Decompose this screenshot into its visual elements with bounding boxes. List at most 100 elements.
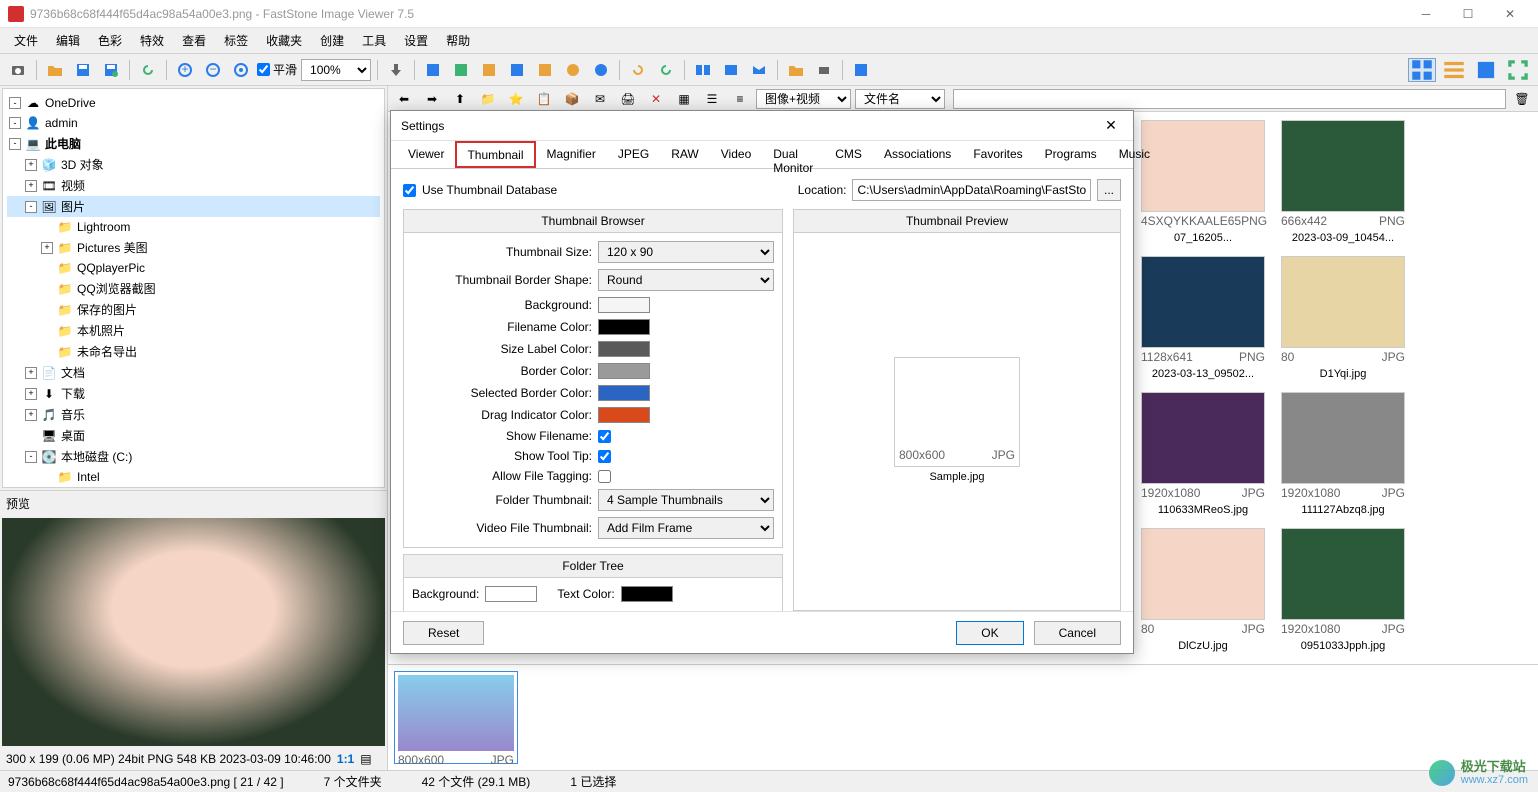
settings-tab-video[interactable]: Video: [710, 141, 762, 168]
minimize-button[interactable]: ─: [1406, 1, 1446, 27]
show-filename-checkbox[interactable]: [598, 430, 611, 443]
tree-node[interactable]: 📁KDubaSoftDownloads: [7, 487, 380, 488]
tool-icon-4[interactable]: [505, 58, 529, 82]
tree-expand-icon[interactable]: -: [25, 201, 37, 213]
settings-tab-programs[interactable]: Programs: [1034, 141, 1108, 168]
menu-favorites[interactable]: 收藏夹: [258, 29, 310, 52]
histogram-icon[interactable]: ▤: [360, 752, 371, 766]
tool-icon-2[interactable]: [449, 58, 473, 82]
tree-node[interactable]: 📁保存的图片: [7, 299, 380, 320]
ft-bg-swatch[interactable]: [485, 586, 537, 602]
ct-send-icon[interactable]: ✉: [588, 87, 612, 111]
ct-folder-icon[interactable]: 📁: [476, 87, 500, 111]
thumbnail-item[interactable]: 80JPG D1Yqi.jpg: [1278, 256, 1408, 382]
settings-tab-music[interactable]: Music: [1108, 141, 1161, 168]
ct-list-icon[interactable]: ☰: [700, 87, 724, 111]
menu-color[interactable]: 色彩: [90, 29, 130, 52]
tree-node[interactable]: 📁QQplayerPic: [7, 258, 380, 278]
thumb-size-select[interactable]: 120 x 90: [598, 241, 774, 263]
save-icon[interactable]: [71, 58, 95, 82]
tree-node[interactable]: 🖥桌面: [7, 425, 380, 446]
tree-node[interactable]: +⬇下载: [7, 383, 380, 404]
saveas-icon[interactable]: [99, 58, 123, 82]
allow-tagging-checkbox[interactable]: [598, 470, 611, 483]
tree-node[interactable]: -☁OneDrive: [7, 93, 380, 113]
ct-fav-icon[interactable]: ⭐: [504, 87, 528, 111]
dialog-close-button[interactable]: ✕: [1099, 114, 1123, 138]
folder-icon[interactable]: [784, 58, 808, 82]
tool-icon-7[interactable]: [589, 58, 613, 82]
tree-node[interactable]: 📁本机照片: [7, 320, 380, 341]
zoom-select[interactable]: 100%: [301, 59, 371, 81]
ct-grid-icon[interactable]: ▦: [672, 87, 696, 111]
settings-tab-viewer[interactable]: Viewer: [397, 141, 455, 168]
menu-tools[interactable]: 工具: [354, 29, 394, 52]
thumbnail-item[interactable]: 80JPG DlCzU.jpg: [1138, 528, 1268, 654]
ct-move-icon[interactable]: 📦: [560, 87, 584, 111]
use-db-checkbox[interactable]: [403, 184, 416, 197]
tree-expand-icon[interactable]: +: [41, 242, 53, 254]
tree-expand-icon[interactable]: +: [25, 367, 37, 379]
rotate-right-icon[interactable]: [654, 58, 678, 82]
settings-tab-magnifier[interactable]: Magnifier: [536, 141, 607, 168]
border-color-swatch[interactable]: [598, 363, 650, 379]
folder-thumb-select[interactable]: 4 Sample Thumbnails: [598, 489, 774, 511]
thumbnail-item[interactable]: 4SXQYKKAALE65PNG 07_16205...: [1138, 120, 1268, 246]
settings-tab-cms[interactable]: CMS: [824, 141, 873, 168]
preview-image[interactable]: [2, 518, 385, 746]
settings-tab-associations[interactable]: Associations: [873, 141, 962, 168]
ct-copy-icon[interactable]: 📋: [532, 87, 556, 111]
settings-tab-favorites[interactable]: Favorites: [962, 141, 1033, 168]
location-input[interactable]: [852, 179, 1091, 201]
sort-select[interactable]: 文件名: [855, 89, 945, 109]
zoom-out-icon[interactable]: −: [201, 58, 225, 82]
cancel-button[interactable]: Cancel: [1034, 621, 1121, 645]
menu-tags[interactable]: 标签: [216, 29, 256, 52]
tool-icon-5[interactable]: [533, 58, 557, 82]
zoom-in-icon[interactable]: +: [173, 58, 197, 82]
refresh-icon[interactable]: [136, 58, 160, 82]
acquire-icon[interactable]: [6, 58, 30, 82]
thumbnail-item[interactable]: 1920x1080JPG 111127Abzq8.jpg: [1278, 392, 1408, 518]
tree-expand-icon[interactable]: -: [9, 138, 21, 150]
menu-view[interactable]: 查看: [174, 29, 214, 52]
slideshow-icon[interactable]: [719, 58, 743, 82]
tree-expand-icon[interactable]: +: [25, 409, 37, 421]
tree-node[interactable]: +📁Pictures 美图: [7, 237, 380, 258]
thumbnail-item[interactable]: 1920x1080JPG 0951033Jpph.jpg: [1278, 528, 1408, 654]
maximize-button[interactable]: ☐: [1448, 1, 1488, 27]
tree-node[interactable]: 📁Lightroom: [7, 217, 380, 237]
tree-node[interactable]: -💻此电脑: [7, 133, 380, 154]
drag-color-swatch[interactable]: [598, 407, 650, 423]
settings-tab-raw[interactable]: RAW: [660, 141, 710, 168]
menu-effects[interactable]: 特效: [132, 29, 172, 52]
tree-node[interactable]: -🖼图片: [7, 196, 380, 217]
nav-back-icon[interactable]: ⬅: [392, 87, 416, 111]
view-fullscreen-icon[interactable]: [1504, 58, 1532, 82]
thumbnail-item[interactable]: 666x442PNG 2023-03-09_10454...: [1278, 120, 1408, 246]
settings-tab-thumbnail[interactable]: Thumbnail: [455, 141, 535, 168]
menu-create[interactable]: 创建: [312, 29, 352, 52]
tree-node[interactable]: +🎵音乐: [7, 404, 380, 425]
tree-expand-icon[interactable]: -: [9, 117, 21, 129]
nav-up-icon[interactable]: ⬆: [448, 87, 472, 111]
size-color-swatch[interactable]: [598, 341, 650, 357]
trash-icon[interactable]: 🗑: [1510, 87, 1534, 111]
compare-icon[interactable]: [691, 58, 715, 82]
show-tooltip-checkbox[interactable]: [598, 450, 611, 463]
filename-color-swatch[interactable]: [598, 319, 650, 335]
ft-text-swatch[interactable]: [621, 586, 673, 602]
tree-node[interactable]: 📁未命名导出: [7, 341, 380, 362]
menu-help[interactable]: 帮助: [438, 29, 478, 52]
tree-node[interactable]: 📁Intel: [7, 467, 380, 487]
filmstrip-thumb-selected[interactable]: 800x600JPG: [394, 671, 518, 764]
ok-button[interactable]: OK: [956, 621, 1023, 645]
view-single-icon[interactable]: [1472, 58, 1500, 82]
location-browse-button[interactable]: ...: [1097, 179, 1121, 201]
close-button[interactable]: ✕: [1490, 1, 1530, 27]
tree-expand-icon[interactable]: +: [25, 180, 37, 192]
ct-delete-icon[interactable]: ✕: [644, 87, 668, 111]
tree-node[interactable]: 📁QQ浏览器截图: [7, 278, 380, 299]
zoom-fit-icon[interactable]: [229, 58, 253, 82]
sel-border-color-swatch[interactable]: [598, 385, 650, 401]
